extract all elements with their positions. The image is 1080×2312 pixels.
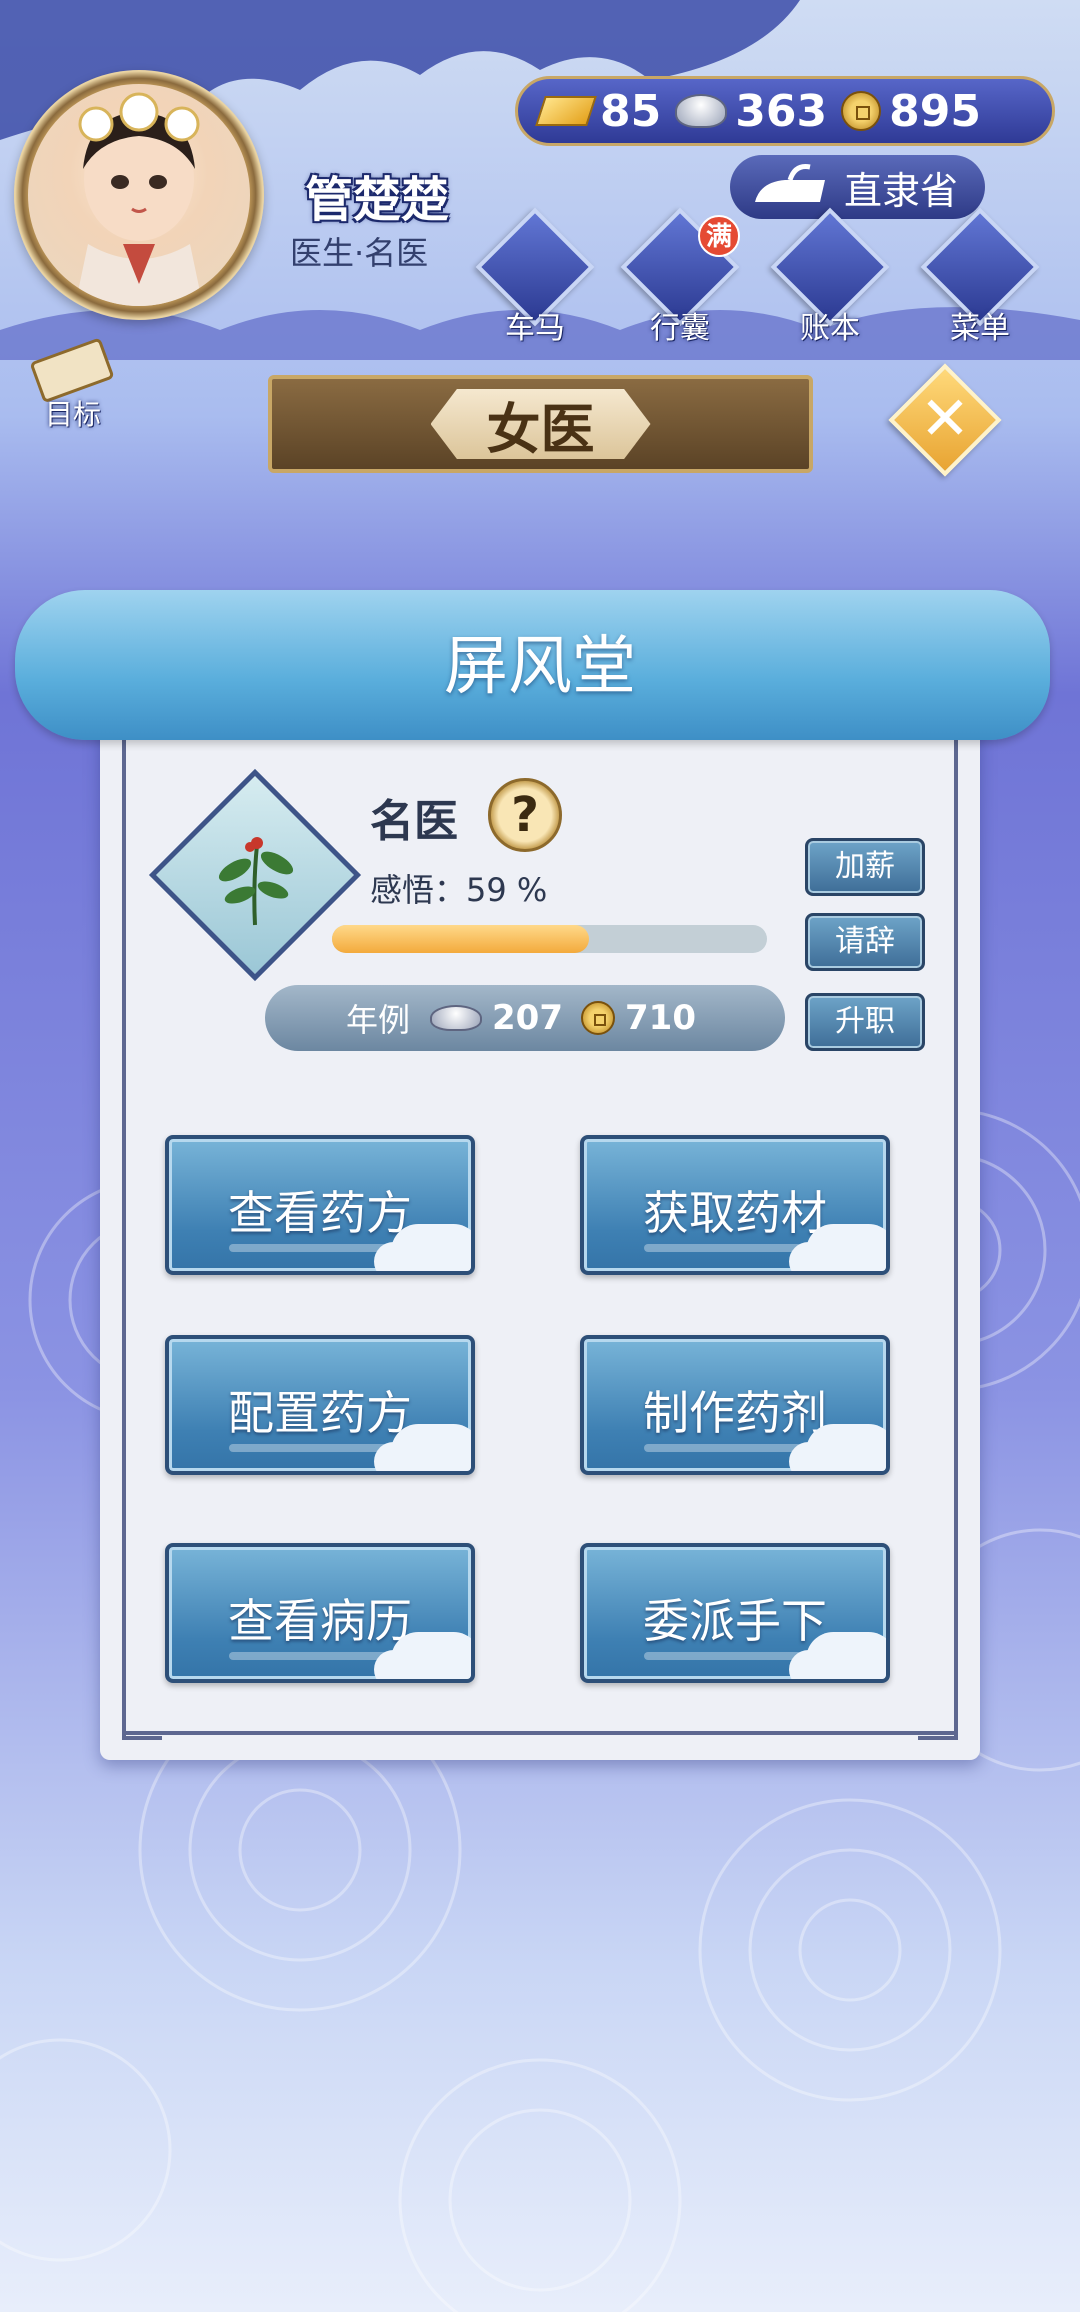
decorative-stripe <box>229 1652 409 1660</box>
silver-ingot-icon <box>430 1005 483 1031</box>
salary-label: 年例 <box>346 1001 411 1039</box>
cloud-ornament <box>391 1224 471 1271</box>
silver-count: 363 <box>735 85 828 137</box>
copper-coin-icon <box>841 91 882 131</box>
location-button[interactable]: 直隶省 <box>730 155 985 219</box>
assign-subordinates-button[interactable]: 委派手下 <box>580 1543 890 1683</box>
player-title: 医生·名医 <box>290 234 429 272</box>
corner-ornament <box>918 1700 958 1740</box>
insight-progress-bar <box>332 925 767 953</box>
salary-coins: 710 <box>625 998 696 1038</box>
clinic-name: 屏风堂 <box>444 630 636 704</box>
make-medicine-button[interactable]: 制作药剂 <box>580 1335 890 1475</box>
view-medical-records-button[interactable]: 查看病历 <box>165 1543 475 1683</box>
resign-button[interactable]: 请辞 <box>805 913 925 971</box>
raise-salary-button[interactable]: 加薪 <box>805 838 925 896</box>
decorative-stripe <box>229 1444 409 1452</box>
nav-bag-button[interactable]: 满 行囊 <box>620 207 740 346</box>
copper-coin-icon <box>581 1001 615 1035</box>
view-prescriptions-button[interactable]: 查看药方 <box>165 1135 475 1275</box>
cloud-ornament <box>806 1424 886 1471</box>
nav-ledger-button[interactable]: 账本 <box>770 207 890 346</box>
role-banner: 女医 <box>268 375 813 473</box>
player-name: 管楚楚 <box>305 172 450 228</box>
rank-name: 名医 <box>370 796 458 847</box>
decorative-stripe <box>644 1244 824 1252</box>
role-title: 女医 <box>486 397 595 461</box>
cloud-ornament <box>391 1424 471 1471</box>
salary-silver: 207 <box>492 998 563 1038</box>
currency-bar: 85 363 895 <box>515 76 1055 146</box>
location-name: 直隶省 <box>844 168 959 213</box>
cloud-ornament <box>806 1224 886 1271</box>
cloud-ornament <box>391 1632 471 1679</box>
nav-label: 车马 <box>505 311 565 346</box>
avatar[interactable] <box>28 84 250 306</box>
nav-label: 菜单 <box>950 311 1010 346</box>
get-herbs-button[interactable]: 获取药材 <box>580 1135 890 1275</box>
goal-button[interactable]: 目标 <box>18 335 128 435</box>
nav-label: 账本 <box>800 311 860 346</box>
decorative-stripe <box>229 1244 409 1252</box>
bag-full-badge: 满 <box>698 215 740 257</box>
iron-icon <box>755 164 825 202</box>
corner-ornament <box>122 1700 162 1740</box>
configure-prescription-button[interactable]: 配置药方 <box>165 1335 475 1475</box>
decorative-stripe <box>644 1652 824 1660</box>
decorative-stripe <box>644 1444 824 1452</box>
promote-button[interactable]: 升职 <box>805 993 925 1051</box>
annual-salary-bar: 年例 207 710 <box>265 985 785 1051</box>
nav-label: 行囊 <box>650 311 710 346</box>
coin-count: 895 <box>889 85 981 137</box>
insight-label: 感悟：59 % <box>370 871 548 909</box>
goal-label: 目标 <box>44 398 101 431</box>
insight-progress-fill <box>332 925 589 953</box>
gold-count: 85 <box>600 85 662 137</box>
close-icon: ✕ <box>919 384 971 454</box>
gold-bar-icon <box>535 96 597 126</box>
help-button[interactable]: ? <box>488 778 562 852</box>
nav-menu-button[interactable]: 菜单 <box>920 207 1040 346</box>
cloud-ornament <box>806 1632 886 1679</box>
herb-icon <box>218 837 294 926</box>
nav-carriage-button[interactable]: 车马 <box>475 207 595 346</box>
silver-ingot-icon <box>675 94 728 128</box>
